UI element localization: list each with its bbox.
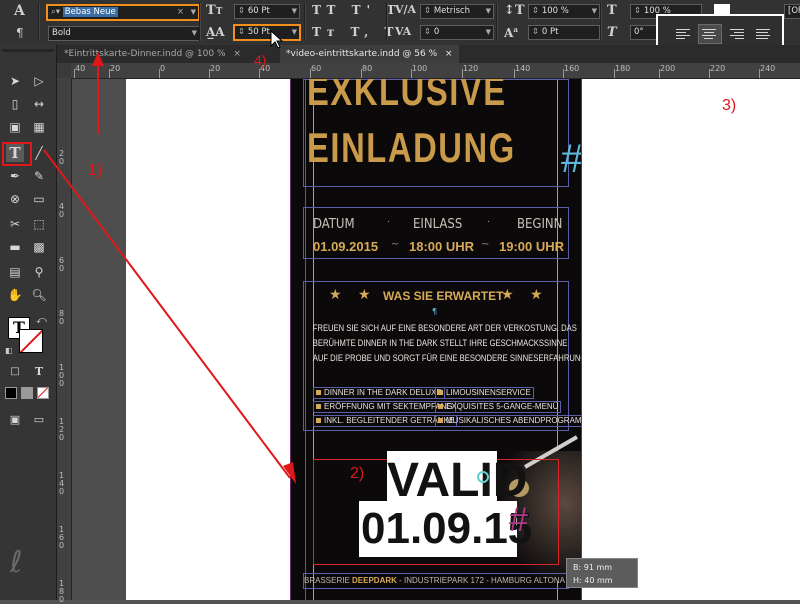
annotation-4: 4) — [254, 52, 267, 68]
arrow-2-head — [283, 462, 296, 484]
annotation-arrows — [43, 52, 296, 484]
arrow-2-line — [43, 149, 291, 479]
arrow-1-head — [92, 52, 104, 66]
annotation-3: 3) — [722, 97, 737, 114]
annotation-2: 2) — [350, 465, 365, 482]
annotation-1: 1) — [88, 162, 103, 179]
mouse-cursor-icon — [270, 30, 284, 49]
